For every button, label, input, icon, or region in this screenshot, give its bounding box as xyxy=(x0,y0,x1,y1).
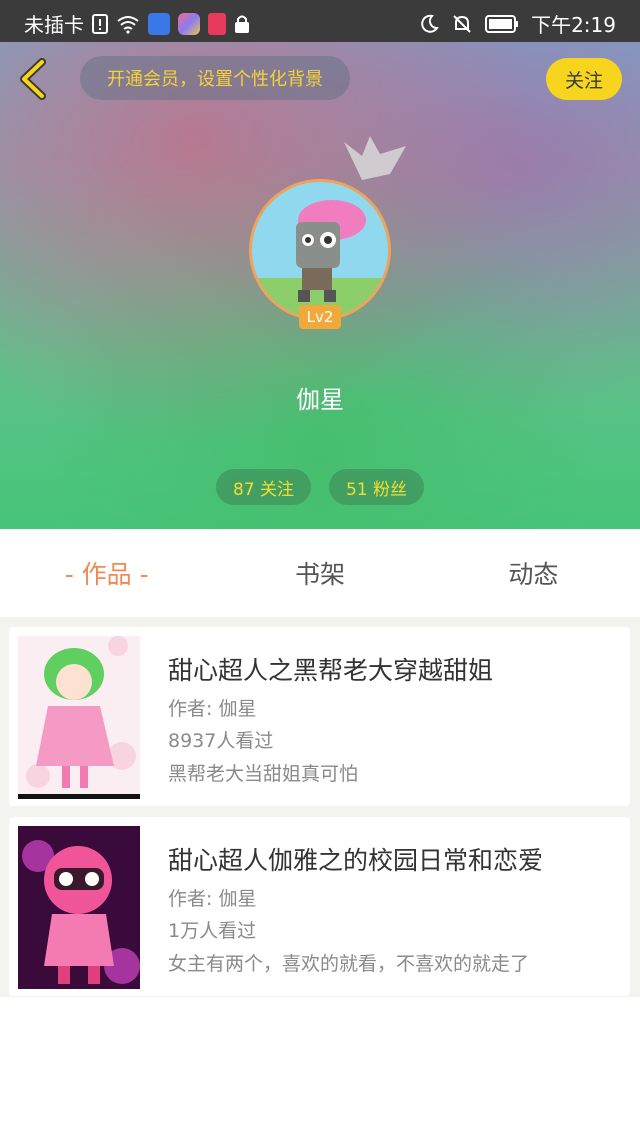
battery-icon xyxy=(485,14,519,33)
wifi-icon xyxy=(117,15,139,34)
avatar[interactable] xyxy=(249,179,391,321)
lock-icon xyxy=(235,15,249,33)
book-title: 甜心超人之黑帮老大穿越甜姐 xyxy=(168,656,494,685)
app-icon-red xyxy=(208,12,226,35)
cover-art-1 xyxy=(18,636,140,799)
sim-alert-icon xyxy=(92,13,108,34)
profile-header: 开通会员，设置个性化背景 关注 Lv2 伽星 87 关注 51 粉丝 xyxy=(0,42,640,529)
book-intro: 女主有两个，喜欢的就看，不喜欢的就走了 xyxy=(168,953,530,975)
mute-bell-icon xyxy=(453,14,471,33)
status-bar: 未插卡 下午2:19 xyxy=(0,0,640,42)
book-author: 作者: 伽星 xyxy=(168,698,257,720)
profile-tabs: - 作品 - 书架 动态 xyxy=(0,529,640,617)
tab-bookshelf-label: 书架 xyxy=(294,560,345,589)
tab-activity[interactable]: 动态 xyxy=(427,529,640,617)
list-item[interactable]: 甜心超人伽雅之的校园日常和恋爱 作者: 伽星 1万人看过 女主有两个，喜欢的就看… xyxy=(9,817,630,996)
follow-label: 关注 xyxy=(564,69,603,92)
app-icon-colorful xyxy=(178,12,200,35)
user-nickname: 伽星 xyxy=(296,386,344,414)
book-views: 1万人看过 xyxy=(168,920,257,942)
crown-icon xyxy=(344,136,406,180)
cover-art-2 xyxy=(18,826,140,989)
list-item[interactable]: 甜心超人之黑帮老大穿越甜姐 作者: 伽星 8937人看过 黑帮老大当甜姐真可怕 xyxy=(9,627,630,806)
following-count-label: 87 关注 xyxy=(232,479,295,500)
book-cover-image xyxy=(18,636,140,799)
status-bar-left: 未插卡 xyxy=(24,9,250,38)
vip-background-button[interactable]: 开通会员，设置个性化背景 xyxy=(80,56,350,100)
tab-works[interactable]: - 作品 - xyxy=(0,529,213,617)
book-title: 甜心超人伽雅之的校园日常和恋爱 xyxy=(168,846,544,875)
book-views: 8937人看过 xyxy=(168,730,274,752)
book-cover-image xyxy=(18,826,140,989)
level-text: Lv2 xyxy=(306,308,334,326)
book-intro: 黑帮老大当甜姐真可怕 xyxy=(168,763,359,785)
carrier-text: 未插卡 xyxy=(24,13,84,37)
clock-text: 下午2:19 xyxy=(531,13,616,37)
followers-count-button[interactable]: 51 粉丝 xyxy=(329,469,424,505)
follow-button[interactable]: 关注 xyxy=(546,58,622,100)
tab-activity-label: 动态 xyxy=(508,560,559,589)
tab-bookshelf[interactable]: 书架 xyxy=(213,529,426,617)
following-count-button[interactable]: 87 关注 xyxy=(216,469,311,505)
back-arrow-icon[interactable] xyxy=(14,56,54,102)
moon-icon xyxy=(421,14,439,33)
baidu-app-icon xyxy=(148,12,170,35)
works-list: 甜心超人之黑帮老大穿越甜姐 作者: 伽星 8937人看过 黑帮老大当甜姐真可怕 … xyxy=(0,617,640,997)
book-author: 作者: 伽星 xyxy=(168,888,257,910)
vip-prompt-label: 开通会员，设置个性化背景 xyxy=(107,69,323,90)
avatar-character-image xyxy=(252,182,388,318)
status-bar-right: 下午2:19 xyxy=(419,9,616,38)
tab-works-label: - 作品 - xyxy=(64,560,149,589)
level-badge: Lv2 xyxy=(299,305,341,329)
followers-count-label: 51 粉丝 xyxy=(345,479,408,500)
